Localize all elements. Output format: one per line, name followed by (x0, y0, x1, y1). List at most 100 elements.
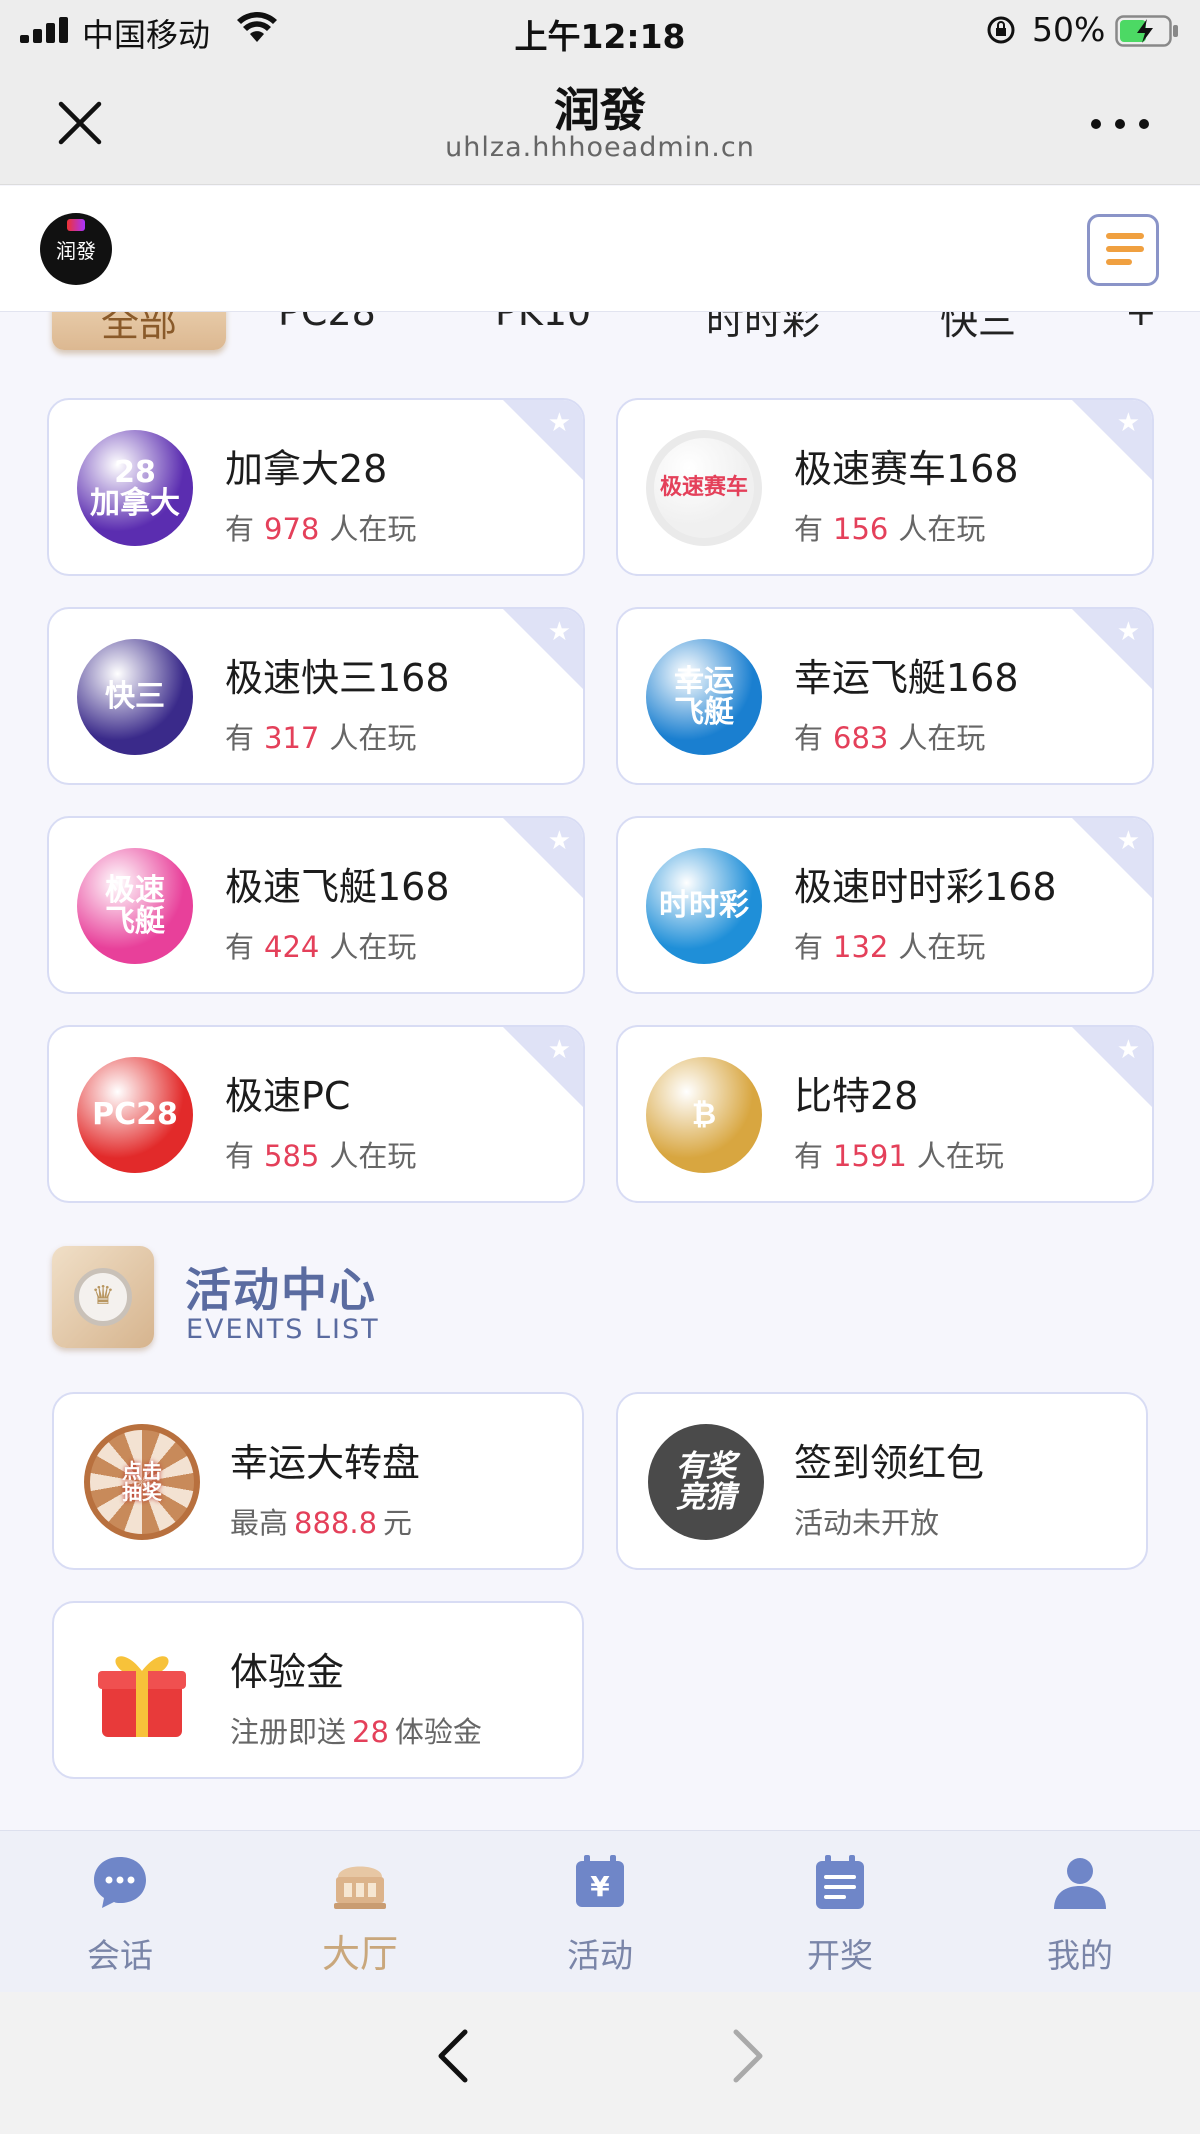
status-bar: 中国移动 上午12:18 50% (0, 0, 1200, 60)
game-players: 有 1591 人在玩 (794, 1139, 1004, 1173)
game-card[interactable]: ★ ₿ 比特28 有 1591 人在玩 (616, 1025, 1154, 1203)
game-card[interactable]: ★ 时时彩 极速时时彩168 有 132 人在玩 (616, 816, 1154, 994)
bottom-tab-bar: 会话 大厅 ¥ 活动 开奖 我的 (0, 1830, 1200, 1992)
event-highlight: 28 (352, 1715, 389, 1749)
game-card[interactable]: ★ PC28 极速PC 有 585 人在玩 (47, 1025, 585, 1203)
tab-activity-label: 活动 (567, 1936, 633, 1975)
tab-lottery-result[interactable]: 开奖 (720, 1831, 960, 1993)
lottery-result-icon (816, 1855, 864, 1909)
gift-icon (84, 1633, 200, 1749)
events-badge-icon (52, 1246, 154, 1348)
jianada28-icon: 28 加拿大 (77, 430, 193, 546)
card-corner (1072, 818, 1152, 898)
tab-profile[interactable]: 我的 (960, 1831, 1200, 1993)
tab-hall[interactable]: 大厅 (240, 1831, 480, 1993)
event-desc: 最高 888.8 元 (230, 1506, 413, 1540)
event-desc: 活动未开放 (794, 1506, 940, 1540)
game-card[interactable]: ★ 极速 飞艇 极速飞艇168 有 424 人在玩 (47, 816, 585, 994)
xingyun-feiting-icon: 幸运 飞艇 (646, 639, 762, 755)
clock: 上午12:18 (514, 17, 686, 56)
category-tabs: 全部 PC28 PK10 时时彩 快三 + (0, 312, 1200, 360)
player-count: 132 (833, 930, 889, 964)
game-players: 有 132 人在玩 (794, 930, 986, 964)
app-header: 润發 (0, 186, 1200, 312)
back-arrow-icon[interactable] (435, 2028, 471, 2084)
tab-lottery-result-label: 开奖 (807, 1936, 873, 1975)
browser-nav-bar: 润發 uhlza.hhhoeadmin.cn (0, 60, 1200, 185)
game-players: 有 978 人在玩 (225, 512, 417, 546)
hall-icon (334, 1866, 386, 1909)
tab-activity[interactable]: ¥ 活动 (480, 1831, 720, 1993)
game-name: 极速飞艇168 (225, 865, 450, 909)
jisu-pc-icon: PC28 (77, 1057, 193, 1173)
forward-arrow-icon[interactable] (730, 2028, 766, 2084)
event-card[interactable]: 点击 抽奖 幸运大转盘最高 888.8 元 (52, 1392, 584, 1570)
player-count: 424 (264, 930, 320, 964)
event-card[interactable]: 有奖 竞猜 签到领红包活动未开放 (616, 1392, 1148, 1570)
event-name: 签到领红包 (794, 1441, 985, 1485)
tab-shishicai[interactable]: 时时彩 (706, 312, 820, 345)
event-card[interactable]: 体验金注册即送 28 体验金 (52, 1601, 584, 1779)
game-players: 有 317 人在玩 (225, 721, 417, 755)
favorite-star-icon[interactable]: ★ (1117, 1035, 1140, 1065)
game-name: 极速时时彩168 (794, 865, 1057, 909)
game-card[interactable]: ★ 28 加拿大 加拿大28 有 978 人在玩 (47, 398, 585, 576)
tab-chat-label: 会话 (87, 1936, 153, 1975)
player-count: 978 (264, 512, 320, 546)
card-corner (1072, 400, 1152, 480)
game-card[interactable]: ★ 幸运 飞艇 幸运飞艇168 有 683 人在玩 (616, 607, 1154, 785)
event-desc: 注册即送 28 体验金 (230, 1715, 482, 1749)
card-corner (1072, 1027, 1152, 1107)
game-card[interactable]: ★ 极速赛车 极速赛车168 有 156 人在玩 (616, 398, 1154, 576)
browser-toolbar (0, 1992, 1200, 2134)
guess-icon: 有奖 竞猜 (648, 1424, 764, 1540)
events-title: 活动中心 (185, 1263, 377, 1317)
event-highlight: 888.8 (294, 1506, 378, 1540)
card-corner (503, 1027, 583, 1107)
jisu-shishicai-icon: 时时彩 (646, 848, 762, 964)
app-logo[interactable]: 润發 (40, 213, 112, 285)
favorite-star-icon[interactable]: ★ (548, 826, 571, 856)
tab-hall-label: 大厅 (321, 1932, 398, 1976)
player-count: 156 (833, 512, 889, 546)
tab-pc28[interactable]: PC28 (278, 312, 376, 334)
events-subtitle: EVENTS LIST (186, 1314, 380, 1345)
chat-icon (94, 1857, 146, 1908)
favorite-star-icon[interactable]: ★ (548, 1035, 571, 1065)
card-corner (503, 818, 583, 898)
card-corner (503, 609, 583, 689)
favorite-star-icon[interactable]: ★ (548, 408, 571, 438)
jisu-feiting-icon: 极速 飞艇 (77, 848, 193, 964)
favorite-star-icon[interactable]: ★ (1117, 826, 1140, 856)
battery-percent: 50% (1032, 10, 1106, 49)
favorite-star-icon[interactable]: ★ (1117, 617, 1140, 647)
tab-chat[interactable]: 会话 (0, 1831, 240, 1993)
game-name: 加拿大28 (225, 447, 388, 491)
bite28-icon: ₿ (646, 1057, 762, 1173)
player-count: 585 (264, 1139, 320, 1173)
page-url: uhlza.hhhoeadmin.cn (445, 132, 755, 163)
game-players: 有 683 人在玩 (794, 721, 986, 755)
card-corner (1072, 609, 1152, 689)
game-card[interactable]: ★ 快三 极速快三168 有 317 人在玩 (47, 607, 585, 785)
svg-text:¥: ¥ (590, 1870, 610, 1903)
player-count: 1591 (833, 1139, 907, 1173)
player-count: 683 (833, 721, 889, 755)
tab-all[interactable]: 全部 (52, 312, 226, 350)
wheel-icon: 点击 抽奖 (84, 1424, 200, 1540)
favorite-star-icon[interactable]: ★ (548, 617, 571, 647)
favorite-star-icon[interactable]: ★ (1117, 408, 1140, 438)
jisu-kuaisan-icon: 快三 (77, 639, 193, 755)
more-icon[interactable] (1090, 118, 1150, 130)
menu-icon[interactable] (1087, 214, 1159, 286)
card-corner (503, 400, 583, 480)
tab-pk10[interactable]: PK10 (495, 312, 591, 334)
game-players: 有 156 人在玩 (794, 512, 986, 546)
tab-more[interactable]: + (1125, 312, 1157, 334)
profile-icon (1054, 1858, 1106, 1909)
event-name: 体验金 (230, 1650, 345, 1694)
rotation-lock-icon (987, 16, 1015, 44)
tab-kuaisan[interactable]: 快三 (940, 312, 1016, 345)
event-name: 幸运大转盘 (230, 1441, 421, 1485)
game-name: 极速赛车168 (794, 447, 1019, 491)
